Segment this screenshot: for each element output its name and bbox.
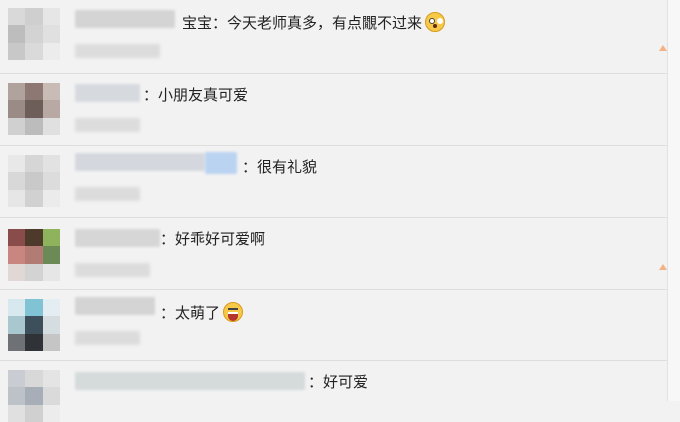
comment-separator: ： — [308, 373, 324, 391]
comment-separator: ： — [160, 230, 176, 248]
comment-row: ：好可爱 — [0, 360, 668, 422]
comment-row: ：小朋友真可爱 — [0, 73, 668, 146]
comment-text: 太萌了 — [175, 304, 221, 322]
comment-body: ：好可爱 — [308, 373, 368, 391]
scrollbar[interactable] — [667, 0, 680, 401]
report-marker-icon[interactable] — [659, 264, 667, 270]
avatar[interactable] — [8, 8, 60, 60]
comment-text: 好乖好可爱啊 — [175, 230, 266, 248]
blurred-meta — [75, 331, 140, 345]
blurred-username[interactable] — [75, 10, 175, 28]
comment-text: 很有礼貌 — [257, 158, 318, 176]
blurred-username[interactable] — [75, 229, 160, 247]
blurred-meta — [75, 44, 160, 58]
laughing-face-icon — [223, 302, 244, 322]
comment-text: 好可爱 — [323, 373, 369, 391]
avatar[interactable] — [8, 155, 60, 207]
report-marker-icon[interactable] — [659, 45, 667, 51]
blurred-meta — [75, 118, 140, 132]
blurred-username[interactable] — [75, 297, 155, 315]
avatar[interactable] — [8, 370, 60, 422]
username-visible[interactable]: 宝宝 — [182, 14, 212, 32]
avatar[interactable] — [8, 299, 60, 351]
comment-text: 今天老师真多，有点覵不过来 — [227, 14, 423, 32]
comment-body: ：小朋友真可爱 — [143, 86, 248, 104]
shocked-face-icon — [425, 12, 446, 32]
blurred-username[interactable] — [75, 372, 305, 390]
blurred-username[interactable] — [75, 153, 205, 171]
comment-body: ：好乖好可爱啊 — [160, 230, 265, 248]
comment-separator: ： — [212, 14, 228, 32]
comment-body: ：很有礼貌 — [242, 158, 317, 176]
comment-body: ：太萌了 — [160, 302, 244, 322]
avatar[interactable] — [8, 83, 60, 135]
comment-separator: ： — [242, 158, 258, 176]
comment-list: 宝宝：今天老师真多，有点覵不过来 ：小朋友真可爱 ：很有礼貌 ：好乖好可爱啊 ：… — [0, 0, 680, 422]
comment-row: ：太萌了 — [0, 289, 668, 361]
comment-text: 小朋友真可爱 — [158, 86, 249, 104]
comment-separator: ： — [160, 304, 176, 322]
comment-row: ：好乖好可爱啊 — [0, 217, 668, 290]
comment-separator: ： — [143, 86, 159, 104]
comment-row: ：很有礼貌 — [0, 145, 668, 218]
blurred-username-avatar — [205, 152, 237, 174]
comment-row: 宝宝：今天老师真多，有点覵不过来 — [0, 0, 668, 74]
avatar[interactable] — [8, 229, 60, 281]
blurred-meta — [75, 263, 150, 277]
blurred-username[interactable] — [75, 84, 140, 102]
blurred-meta — [75, 187, 140, 201]
comment-body: 宝宝：今天老师真多，有点覵不过来 — [182, 12, 446, 32]
